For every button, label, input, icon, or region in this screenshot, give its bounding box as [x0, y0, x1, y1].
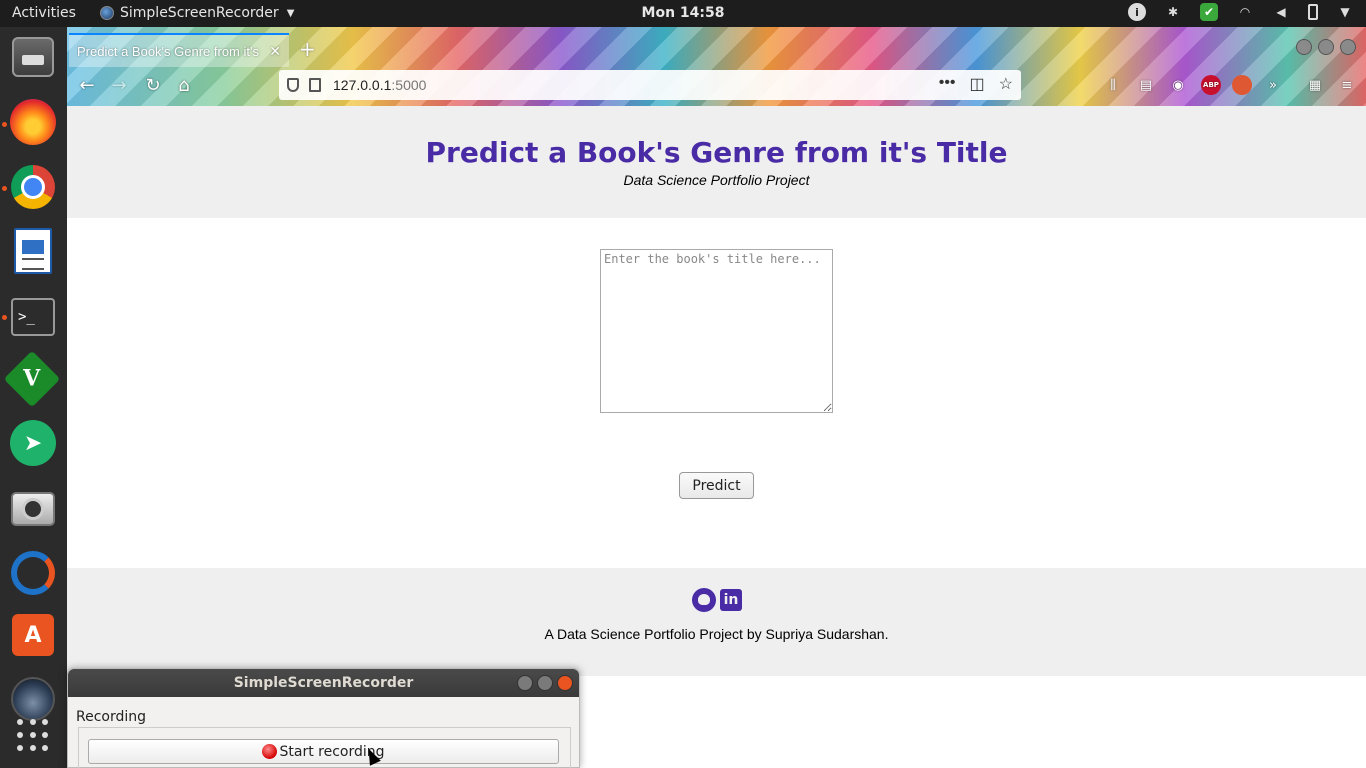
book-title-input[interactable] — [600, 249, 833, 413]
predict-button[interactable]: Predict — [679, 472, 754, 499]
telegram-icon[interactable]: ➤ — [10, 420, 56, 466]
page-info-icon[interactable] — [309, 78, 321, 92]
page-header: Predict a Book's Genre from it's Title D… — [67, 106, 1366, 218]
volume-icon[interactable]: ◀ — [1272, 3, 1290, 21]
close-window-button[interactable] — [1340, 39, 1356, 55]
recorder-window-controls — [517, 675, 573, 691]
tab-title: Predict a Book's Genre from it's Title — [77, 43, 261, 59]
linkedin-icon[interactable]: in — [720, 589, 742, 611]
reload-icon[interactable]: ↻ — [141, 73, 165, 97]
page-footer: in A Data Science Portfolio Project by S… — [67, 568, 1366, 676]
running-indicator — [2, 186, 7, 191]
url-host: 127.0.0.1 — [333, 77, 392, 93]
account-icon[interactable]: ◉ — [1168, 75, 1188, 95]
github-icon[interactable] — [692, 588, 716, 612]
home-icon[interactable]: ⌂ — [172, 73, 196, 97]
url-bar[interactable]: 127.0.0.1:5000 ••• ◫ ☆ — [279, 70, 1021, 100]
battery-icon[interactable] — [1308, 4, 1318, 20]
footer-text: A Data Science Portfolio Project by Supr… — [544, 626, 889, 642]
files-icon[interactable] — [12, 37, 54, 77]
system-tray: i ✱ ✔ ◠ ◀ ▼ — [1128, 3, 1354, 21]
library-icon[interactable]: ⫼ — [1103, 75, 1123, 95]
show-applications-icon[interactable] — [13, 715, 53, 755]
wifi-icon[interactable]: ◠ — [1236, 3, 1254, 21]
running-indicator — [2, 122, 7, 127]
top-bar: Activities SimpleScreenRecorder ▼ Mon 14… — [0, 0, 1366, 27]
recorder-close-button[interactable] — [557, 675, 573, 691]
forward-icon[interactable]: → — [107, 73, 131, 97]
adblock-icon[interactable]: ABP — [1201, 75, 1221, 95]
duckduckgo-icon[interactable] — [1232, 75, 1252, 95]
recorder-window-title: SimpleScreenRecorder — [233, 675, 414, 691]
bookmark-star-icon[interactable]: ☆ — [999, 74, 1013, 94]
bluetooth-icon[interactable]: ✱ — [1164, 3, 1182, 21]
hamburger-menu-icon[interactable]: ≡ — [1337, 75, 1357, 95]
maximize-button[interactable] — [1318, 39, 1334, 55]
software-store-icon[interactable]: A — [12, 614, 54, 656]
writer-icon[interactable] — [14, 228, 52, 274]
start-recording-button[interactable]: Start recording — [88, 739, 559, 764]
firefox-icon[interactable] — [10, 99, 56, 145]
recorder-titlebar[interactable]: SimpleScreenRecorder — [68, 669, 579, 697]
recorder-minimize-button[interactable] — [517, 675, 533, 691]
social-links: in — [692, 588, 742, 612]
tab-active[interactable]: Predict a Book's Genre from it's Title ✕ — [69, 33, 289, 67]
back-icon[interactable]: ← — [75, 73, 99, 97]
extensions-icon[interactable]: ▦ — [1305, 75, 1325, 95]
record-icon — [262, 744, 278, 759]
recorder-window: SimpleScreenRecorder Recording Start rec… — [67, 668, 580, 768]
updater-icon[interactable] — [11, 551, 55, 595]
minimize-button[interactable] — [1296, 39, 1312, 55]
page-subtitle: Data Science Portfolio Project — [623, 172, 810, 188]
browser-window: Predict a Book's Genre from it's Title ✕… — [67, 27, 1366, 768]
running-indicator — [2, 315, 7, 320]
camera-icon[interactable] — [11, 492, 55, 526]
page-actions-icon[interactable]: ••• — [939, 74, 956, 94]
vim-icon[interactable]: V — [3, 350, 61, 408]
terminal-icon[interactable]: >_ — [11, 298, 55, 336]
page-title: Predict a Book's Genre from it's Title — [425, 136, 1008, 169]
chrome-icon[interactable] — [11, 165, 55, 209]
check-icon[interactable]: ✔ — [1200, 3, 1218, 21]
overflow-menu-icon[interactable]: » — [1263, 75, 1283, 95]
indicator-icon[interactable]: i — [1128, 3, 1146, 21]
sidebar-icon[interactable]: ▤ — [1136, 75, 1156, 95]
pocket-icon[interactable]: ◫ — [970, 74, 985, 94]
tracking-shield-icon[interactable] — [287, 78, 299, 92]
url-port: :5000 — [391, 77, 427, 93]
window-controls — [1296, 39, 1356, 55]
url-actions: ••• ◫ ☆ — [939, 74, 1013, 94]
system-menu-caret-icon[interactable]: ▼ — [1336, 3, 1354, 21]
desktop: Activities SimpleScreenRecorder ▼ Mon 14… — [0, 0, 1366, 768]
dock: >_ V ➤ A — [0, 27, 67, 768]
new-tab-button[interactable]: + — [299, 37, 316, 61]
recorder-maximize-button[interactable] — [537, 675, 553, 691]
recording-group-label: Recording — [76, 709, 147, 725]
close-tab-icon[interactable]: ✕ — [269, 43, 281, 60]
